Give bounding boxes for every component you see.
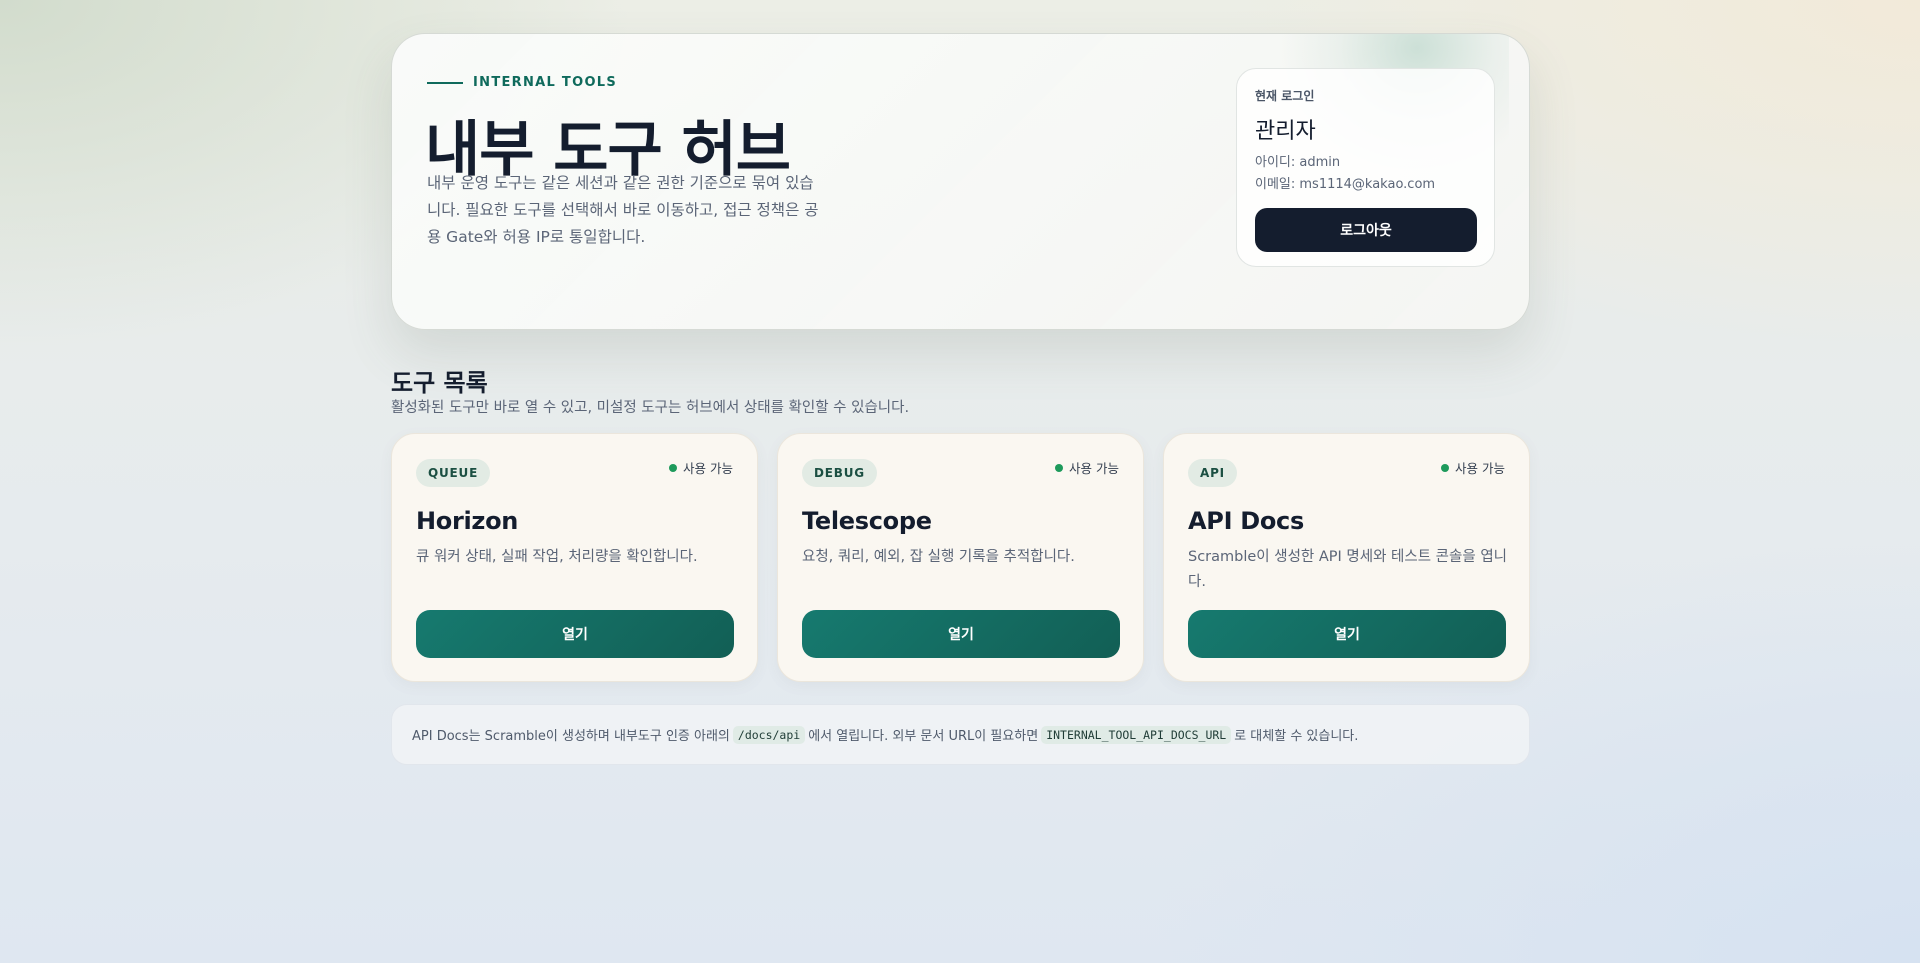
tool-status: 사용 가능: [1441, 458, 1505, 477]
tool-description: 큐 워커 상태, 실패 작업, 처리량을 확인합니다.: [416, 549, 698, 565]
hero-panel: INTERNAL TOOLS 내부 도구 허브 내부 운영 도구는 같은 세션과…: [391, 33, 1530, 330]
tool-card-list: QUEUE 사용 가능 Horizon 큐 워커 상태, 실패 작업, 처리량을…: [391, 433, 1530, 683]
login-user-id: 아이디: admin: [1255, 155, 1341, 170]
tool-category-chip: QUEUE: [416, 459, 491, 487]
section-title: 도구 목록: [391, 369, 488, 397]
tool-title: Horizon: [416, 507, 519, 535]
docs-path-code: /docs/api: [732, 725, 806, 744]
tool-card-telescope: DEBUG 사용 가능 Telescope 요청, 쿼리, 예외, 잡 실행 기…: [777, 433, 1144, 682]
tool-title: Telescope: [802, 507, 932, 535]
login-label: 현재 로그인: [1255, 89, 1315, 103]
note-text-1: API Docs는 Scramble이 생성하며 내부도구 인증 아래의: [412, 729, 730, 744]
note-text-3: 로 대체할 수 있습니다.: [1234, 729, 1359, 744]
hero-description: 내부 운영 도구는 같은 세션과 같은 권한 기준으로 묶여 있습니다. 필요한…: [427, 174, 819, 246]
note-text-2: 에서 열립니다. 외부 문서 URL이 필요하면: [808, 729, 1039, 744]
login-user-name: 관리자: [1255, 119, 1316, 144]
status-dot-icon: [1441, 463, 1450, 472]
current-login-card: 현재 로그인 관리자 아이디: admin 이메일: ms1114@kakao.…: [1236, 68, 1495, 267]
open-horizon-button[interactable]: 열기: [416, 610, 734, 658]
open-telescope-button[interactable]: 열기: [802, 610, 1120, 658]
env-var-code: INTERNAL_TOOL_API_DOCS_URL: [1041, 725, 1232, 744]
tool-category-chip: API: [1188, 459, 1237, 487]
tool-status-label: 사용 가능: [1455, 461, 1505, 476]
eyebrow-line: [427, 81, 463, 84]
api-docs-note: API Docs는 Scramble이 생성하며 내부도구 인증 아래의 /do…: [391, 704, 1530, 765]
login-user-email: 이메일: ms1114@kakao.com: [1255, 177, 1436, 192]
tool-status-label: 사용 가능: [1069, 461, 1119, 476]
tool-card-api-docs: API 사용 가능 API Docs Scramble이 생성한 API 명세와…: [1163, 433, 1530, 682]
section-description: 활성화된 도구만 바로 열 수 있고, 미설정 도구는 허브에서 상태를 확인할…: [391, 400, 910, 416]
tool-description: Scramble이 생성한 API 명세와 테스트 콘솔을 엽니다.: [1188, 549, 1507, 590]
tool-category-chip: DEBUG: [802, 459, 877, 487]
status-dot-icon: [669, 463, 678, 472]
tool-title: API Docs: [1188, 507, 1304, 535]
tool-status-label: 사용 가능: [683, 461, 733, 476]
tool-status: 사용 가능: [669, 458, 733, 477]
tool-description: 요청, 쿼리, 예외, 잡 실행 기록을 추적합니다.: [802, 549, 1075, 565]
page-container: INTERNAL TOOLS 내부 도구 허브 내부 운영 도구는 같은 세션과…: [391, 33, 1530, 765]
status-dot-icon: [1055, 463, 1064, 472]
hero-eyebrow: INTERNAL TOOLS: [427, 75, 617, 90]
tool-card-horizon: QUEUE 사용 가능 Horizon 큐 워커 상태, 실패 작업, 처리량을…: [391, 433, 758, 682]
logout-button[interactable]: 로그아웃: [1255, 208, 1477, 252]
eyebrow-text: INTERNAL TOOLS: [473, 75, 618, 90]
open-api-docs-button[interactable]: 열기: [1188, 610, 1506, 658]
tool-status: 사용 가능: [1055, 458, 1119, 477]
